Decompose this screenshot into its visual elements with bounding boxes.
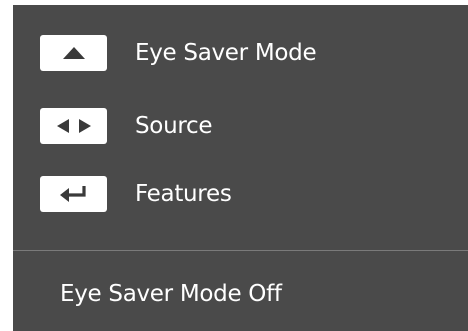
osd-guide-panel: Eye Saver Mode Source Features Eye Saver… xyxy=(13,5,468,331)
menu-item-label: Source xyxy=(135,113,213,139)
menu-item-eye-saver-mode[interactable]: Eye Saver Mode xyxy=(13,23,468,83)
menu-item-label: Features xyxy=(135,181,232,207)
up-arrow-icon xyxy=(40,35,107,71)
left-right-arrows-icon xyxy=(40,108,107,144)
enter-return-icon xyxy=(40,176,107,212)
eye-saver-status-text: Eye Saver Mode Off xyxy=(60,281,282,307)
divider xyxy=(13,250,468,251)
menu-item-label: Eye Saver Mode xyxy=(135,40,317,66)
menu-item-features[interactable]: Features xyxy=(13,164,468,224)
menu-item-source[interactable]: Source xyxy=(13,96,468,156)
